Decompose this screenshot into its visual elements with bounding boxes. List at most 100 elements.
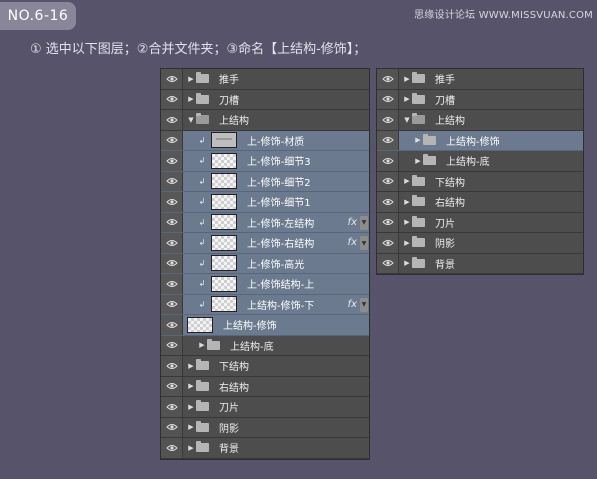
collapsed-triangle-icon[interactable]: ▶ bbox=[402, 95, 412, 103]
layer-row[interactable]: ▶ 刀槽 bbox=[161, 89, 369, 110]
layer-thumbnail bbox=[187, 316, 213, 333]
layer-row[interactable]: ↲ 上-修饰-细节2 bbox=[161, 171, 369, 192]
folder-icon bbox=[196, 420, 209, 432]
layer-row[interactable]: ↲ 上结构-修饰-下 fx ▼ bbox=[161, 294, 369, 315]
layer-row[interactable]: ▶ 推手 bbox=[377, 69, 583, 90]
eye-icon[interactable] bbox=[377, 89, 399, 109]
eye-icon[interactable] bbox=[377, 192, 399, 212]
collapsed-triangle-icon[interactable]: ▶ bbox=[402, 259, 412, 267]
layer-row[interactable]: ▶ 右结构 bbox=[377, 192, 583, 213]
collapsed-triangle-icon[interactable]: ▶ bbox=[402, 218, 412, 226]
eye-icon[interactable] bbox=[161, 253, 183, 273]
layer-row[interactable]: ↲ 上-修饰-材质 bbox=[161, 130, 369, 151]
layer-row[interactable]: ▶ 阴影 bbox=[161, 417, 369, 438]
layer-name: 上结构-底 bbox=[230, 341, 274, 353]
eye-icon[interactable] bbox=[161, 417, 183, 437]
collapsed-triangle-icon[interactable]: ▶ bbox=[186, 403, 196, 411]
layer-content: ↲ 上-修饰-左结构 bbox=[183, 213, 369, 233]
layer-name: 上-修饰-细节2 bbox=[247, 177, 311, 189]
collapsed-triangle-icon[interactable]: ▶ bbox=[413, 136, 423, 144]
effects-toggle-icon[interactable]: ▼ bbox=[360, 236, 368, 250]
eye-icon[interactable] bbox=[161, 192, 183, 212]
collapsed-triangle-icon[interactable]: ▶ bbox=[402, 198, 412, 206]
eye-icon[interactable] bbox=[161, 294, 183, 314]
layer-row[interactable]: ▶ 上结构-底 bbox=[161, 335, 369, 356]
collapsed-triangle-icon[interactable]: ▶ bbox=[186, 362, 196, 370]
layer-row[interactable]: ▶ 阴影 bbox=[377, 233, 583, 254]
layer-content: ↲ 上-修饰-细节3 bbox=[183, 151, 369, 171]
layer-row[interactable]: ▶ 推手 bbox=[161, 69, 369, 90]
layer-row[interactable]: ▶ 刀槽 bbox=[377, 89, 583, 110]
eye-icon[interactable] bbox=[161, 110, 183, 130]
eye-icon[interactable] bbox=[161, 274, 183, 294]
eye-icon[interactable] bbox=[377, 110, 399, 130]
eye-icon[interactable] bbox=[161, 438, 183, 458]
eye-icon[interactable] bbox=[161, 171, 183, 191]
layer-row[interactable]: ▶ 背景 bbox=[161, 438, 369, 459]
eye-icon[interactable] bbox=[161, 233, 183, 253]
collapsed-triangle-icon[interactable]: ▶ bbox=[402, 177, 412, 185]
collapsed-triangle-icon[interactable]: ▶ bbox=[402, 239, 412, 247]
layer-name: 阴影 bbox=[219, 423, 239, 435]
eye-icon[interactable] bbox=[377, 151, 399, 171]
eye-icon[interactable] bbox=[377, 253, 399, 273]
effects-toggle-icon[interactable]: ▼ bbox=[360, 215, 368, 230]
layer-row[interactable]: ↲ 上-修饰-右结构 fx ▼ bbox=[161, 233, 369, 254]
layer-row[interactable]: ▶ 下结构 bbox=[377, 171, 583, 192]
layer-row[interactable]: ▶ 上结构-修饰 bbox=[377, 130, 583, 151]
layer-content: ▶ 刀片 bbox=[399, 213, 583, 233]
fx-icon[interactable]: fx bbox=[348, 237, 357, 248]
layer-name: 刀片 bbox=[219, 403, 239, 415]
layer-row[interactable]: ▶ 刀片 bbox=[377, 212, 583, 233]
layer-thumbnail bbox=[211, 234, 237, 251]
eye-icon[interactable] bbox=[161, 335, 183, 355]
eye-icon[interactable] bbox=[161, 315, 183, 335]
layer-row[interactable]: 上结构-修饰 bbox=[161, 315, 369, 336]
layer-row[interactable]: ▶ 上结构-底 bbox=[377, 151, 583, 172]
fx-icon[interactable]: fx bbox=[348, 299, 357, 310]
layer-name: 上-修饰-右结构 bbox=[247, 239, 315, 251]
layer-row[interactable]: ↲ 上-修饰-高光 bbox=[161, 253, 369, 274]
collapsed-triangle-icon[interactable]: ▶ bbox=[186, 95, 196, 103]
eye-icon[interactable] bbox=[377, 69, 399, 89]
layer-row[interactable]: ▼ 上结构 bbox=[377, 110, 583, 131]
eye-icon[interactable] bbox=[377, 233, 399, 253]
collapsed-triangle-icon[interactable]: ▶ bbox=[186, 444, 196, 452]
layer-thumbnail bbox=[211, 132, 237, 149]
folder-icon bbox=[412, 174, 425, 186]
fx-icon[interactable]: fx bbox=[348, 217, 357, 228]
eye-icon[interactable] bbox=[161, 89, 183, 109]
folder-icon bbox=[196, 379, 209, 391]
collapsed-triangle-icon[interactable]: ▶ bbox=[186, 382, 196, 390]
eye-icon[interactable] bbox=[161, 356, 183, 376]
eye-icon[interactable] bbox=[377, 130, 399, 150]
layer-row[interactable]: ▶ 背景 bbox=[377, 253, 583, 274]
layer-row[interactable]: ↲ 上-修饰-细节1 bbox=[161, 192, 369, 213]
layer-content: ↲ 上-修饰-细节2 bbox=[183, 172, 369, 192]
eye-icon[interactable] bbox=[377, 171, 399, 191]
eye-icon[interactable] bbox=[161, 212, 183, 232]
layer-row[interactable]: ▼ 上结构 bbox=[161, 110, 369, 131]
layer-row[interactable]: ▶ 右结构 bbox=[161, 376, 369, 397]
eye-icon[interactable] bbox=[161, 151, 183, 171]
folder-icon bbox=[412, 195, 425, 207]
layer-row[interactable]: ↲ 上-修饰结构-上 bbox=[161, 274, 369, 295]
eye-icon[interactable] bbox=[161, 69, 183, 89]
layer-row[interactable]: ▶ 刀片 bbox=[161, 397, 369, 418]
collapsed-triangle-icon[interactable]: ▶ bbox=[402, 75, 412, 83]
eye-icon[interactable] bbox=[377, 212, 399, 232]
layer-row[interactable]: ↲ 上-修饰-左结构 fx ▼ bbox=[161, 212, 369, 233]
eye-icon[interactable] bbox=[161, 376, 183, 396]
collapsed-triangle-icon[interactable]: ▶ bbox=[186, 75, 196, 83]
eye-icon[interactable] bbox=[161, 130, 183, 150]
layer-row[interactable]: ▶ 下结构 bbox=[161, 356, 369, 377]
expanded-triangle-icon[interactable]: ▼ bbox=[402, 116, 412, 124]
expanded-triangle-icon[interactable]: ▼ bbox=[186, 116, 196, 124]
collapsed-triangle-icon[interactable]: ▶ bbox=[197, 341, 207, 349]
collapsed-triangle-icon[interactable]: ▶ bbox=[186, 423, 196, 431]
collapsed-triangle-icon[interactable]: ▶ bbox=[413, 157, 423, 165]
layer-content: ▶ 上结构-底 bbox=[399, 151, 583, 171]
effects-toggle-icon[interactable]: ▼ bbox=[360, 297, 368, 312]
eye-icon[interactable] bbox=[161, 397, 183, 417]
layer-row[interactable]: ↲ 上-修饰-细节3 bbox=[161, 151, 369, 172]
